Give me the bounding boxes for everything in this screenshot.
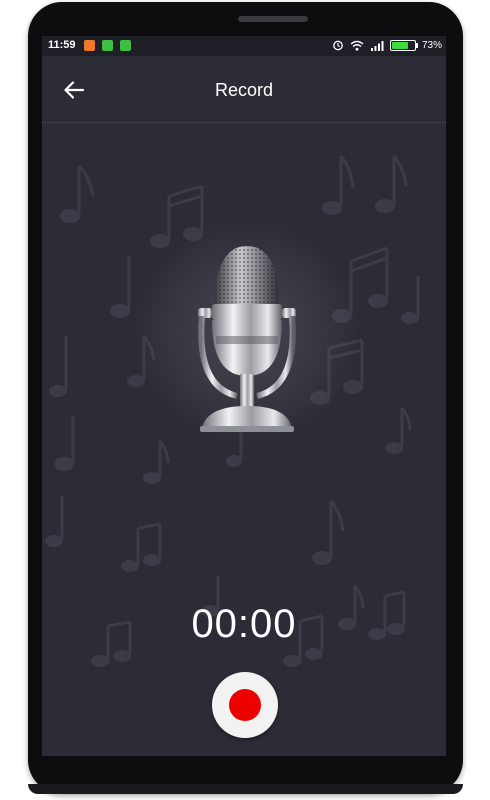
wifi-icon [350, 40, 364, 51]
app-bar: Record [42, 56, 446, 123]
battery-level [391, 41, 408, 49]
music-note-icon [375, 155, 408, 213]
music-note-icon [312, 500, 345, 565]
music-note-icon [110, 256, 131, 318]
alarm-icon [333, 40, 343, 51]
music-note-icon [385, 407, 412, 454]
status-bar: 11:59 73% [42, 36, 446, 56]
phone-bottom-edge [28, 784, 463, 794]
music-note-icon [322, 155, 355, 215]
record-button[interactable] [212, 672, 278, 738]
phone-speaker [238, 16, 308, 22]
status-right-group: 73% [332, 39, 442, 51]
signal-icon [370, 40, 384, 51]
bug-icon [84, 40, 95, 51]
status-time: 11:59 [48, 39, 76, 51]
page-title: Record [214, 80, 274, 100]
music-note-icon [49, 336, 68, 397]
music-note-icon [143, 440, 170, 484]
app-screen: 11:59 73% Record 00:00 [42, 36, 446, 756]
battery-icon [389, 39, 418, 51]
microphone-icon [198, 246, 296, 432]
sim-icon [102, 40, 113, 51]
music-note-icon [401, 276, 420, 324]
record-icon [229, 689, 261, 721]
recording-timer: 00:00 [191, 602, 297, 646]
music-note-icon [45, 496, 64, 547]
android-icon [120, 40, 131, 51]
music-note-icon [121, 522, 162, 572]
music-note-icon [60, 164, 95, 223]
battery-percent: 73% [421, 39, 442, 51]
music-note-icon [54, 416, 75, 471]
